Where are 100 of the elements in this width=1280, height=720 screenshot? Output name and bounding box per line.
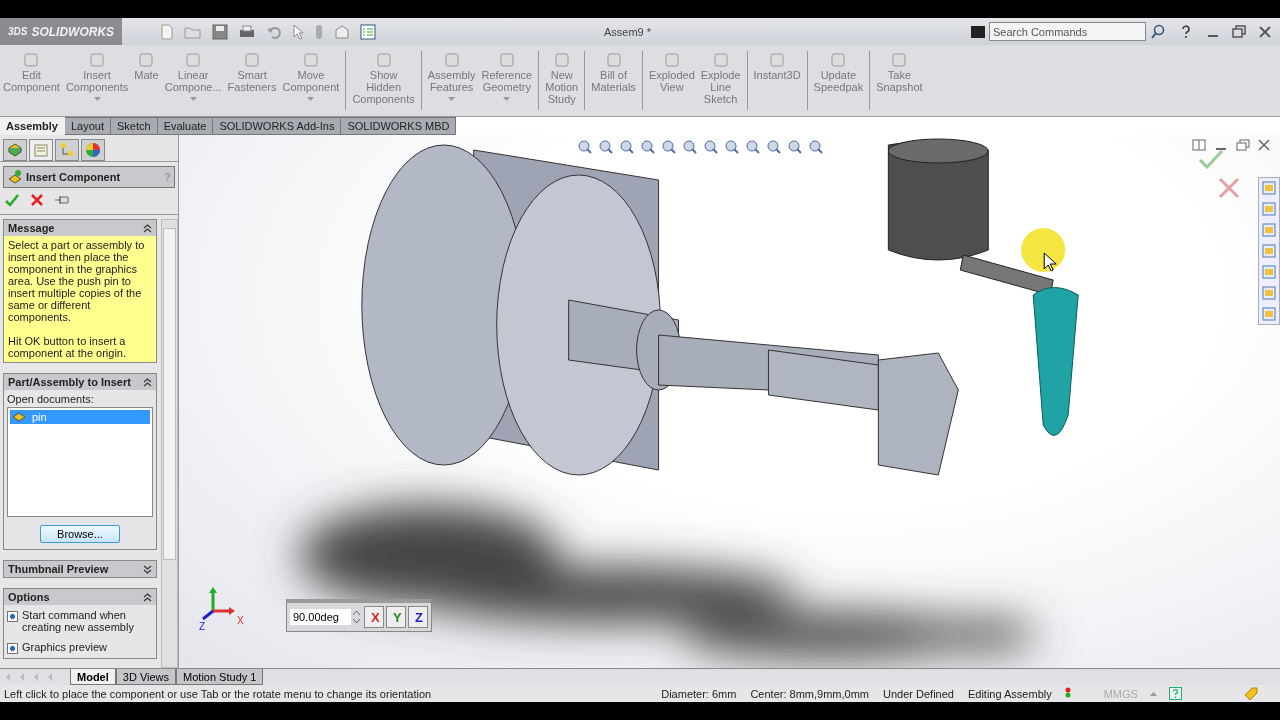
save-icon[interactable] bbox=[212, 23, 228, 40]
form-icon bbox=[33, 142, 49, 158]
command-tab[interactable]: SOLIDWORKS Add-Ins bbox=[213, 117, 342, 135]
command-icon bbox=[301, 51, 320, 69]
caret-icon[interactable] bbox=[189, 97, 197, 101]
view-toolbar-icon[interactable] bbox=[598, 139, 614, 155]
chevron-icon[interactable] bbox=[143, 592, 152, 602]
bottom-tab[interactable]: Motion Study 1 bbox=[176, 669, 264, 685]
pointer-icon[interactable] bbox=[292, 23, 304, 40]
section-header[interactable]: Part/Assembly to Insert bbox=[4, 374, 156, 390]
view-toolbar-icon[interactable] bbox=[724, 139, 740, 155]
close-icon[interactable] bbox=[1258, 139, 1270, 151]
task-pane-icon[interactable] bbox=[1261, 243, 1277, 259]
caret-icon[interactable] bbox=[448, 97, 456, 101]
new-document-icon[interactable] bbox=[160, 23, 174, 40]
view-toolbar-icon[interactable] bbox=[682, 139, 698, 155]
task-pane-icon[interactable] bbox=[1261, 222, 1277, 238]
restore-icon[interactable] bbox=[1232, 24, 1246, 39]
ribbon-button[interactable]: New Motion Study bbox=[542, 49, 582, 112]
task-pane-icon[interactable] bbox=[1261, 201, 1277, 217]
ribbon-button[interactable]: Exploded View bbox=[645, 49, 698, 112]
ok-check-icon[interactable] bbox=[4, 192, 20, 208]
chevron-icon[interactable] bbox=[143, 564, 152, 574]
view-toolbar-icon[interactable] bbox=[619, 139, 635, 155]
command-tab[interactable]: Layout bbox=[65, 117, 111, 135]
view-toolbar-icon[interactable] bbox=[661, 139, 677, 155]
ribbon-button[interactable]: Move Component bbox=[279, 49, 343, 112]
cancel-x-icon[interactable] bbox=[30, 193, 44, 207]
cancel-x-icon[interactable] bbox=[1218, 177, 1240, 199]
app-logo[interactable]: 3DS SOLIDWORKS bbox=[0, 18, 122, 45]
view-toolbar-icon[interactable] bbox=[766, 139, 782, 155]
command-tab[interactable]: Assembly bbox=[0, 117, 65, 135]
view-toolbar-icon[interactable] bbox=[640, 139, 656, 155]
checkbox[interactable] bbox=[7, 611, 18, 622]
caret-icon[interactable] bbox=[93, 97, 101, 101]
property-manager-tab[interactable] bbox=[29, 139, 53, 161]
ribbon-button[interactable]: Edit Component bbox=[0, 49, 63, 112]
spinner-arrows-icon[interactable] bbox=[353, 610, 360, 624]
ribbon-button[interactable]: Update Speedpak bbox=[810, 49, 867, 112]
ribbon-button[interactable]: Linear Compone... bbox=[161, 49, 225, 112]
ribbon-button[interactable]: Reference Geometry bbox=[478, 49, 536, 112]
ribbon-button[interactable]: Show Hidden Components bbox=[349, 49, 418, 112]
ribbon-button[interactable]: Mate bbox=[131, 49, 162, 112]
view-toolbar-icon[interactable] bbox=[787, 139, 803, 155]
restore-icon[interactable] bbox=[1236, 139, 1250, 151]
caret-icon[interactable] bbox=[1149, 691, 1157, 696]
status-field: Center: 8mm,9mm,0mm bbox=[750, 687, 869, 700]
view-toolbar-icon[interactable] bbox=[808, 139, 824, 155]
rotate-axis-button[interactable]: X bbox=[364, 606, 384, 628]
command-icon bbox=[604, 51, 623, 69]
ribbon-button[interactable]: Instant3D bbox=[750, 49, 804, 112]
checkbox[interactable] bbox=[7, 643, 18, 654]
task-pane-icon[interactable] bbox=[1261, 264, 1277, 280]
ribbon-button[interactable]: Smart Fasteners bbox=[224, 49, 280, 112]
section-header[interactable]: Thumbnail Preview bbox=[4, 561, 156, 577]
color-wheel-icon bbox=[85, 142, 101, 158]
view-toolbar-icon[interactable] bbox=[577, 139, 593, 155]
command-tab[interactable]: Evaluate bbox=[157, 117, 214, 135]
ribbon-button[interactable]: Bill of Materials bbox=[588, 49, 639, 112]
bottom-tab[interactable]: Model bbox=[70, 669, 116, 685]
command-icon bbox=[243, 51, 262, 69]
ribbon-button[interactable]: Take Snapshot bbox=[873, 49, 926, 112]
task-pane-icon[interactable] bbox=[1261, 180, 1277, 196]
feature-tree-tab[interactable] bbox=[3, 139, 27, 161]
command-tab[interactable]: Sketch bbox=[111, 117, 158, 135]
print-icon[interactable] bbox=[238, 23, 256, 40]
caret-icon[interactable] bbox=[307, 97, 315, 101]
appearance-tab[interactable] bbox=[81, 139, 105, 161]
command-tab[interactable]: SOLIDWORKS MBD bbox=[341, 117, 457, 135]
units-label[interactable]: MMGS bbox=[1103, 687, 1138, 700]
rotate-axis-button[interactable]: Z bbox=[408, 606, 428, 628]
browse-button[interactable]: Browse... bbox=[40, 525, 120, 543]
configuration-tab[interactable] bbox=[55, 139, 79, 161]
command-icon bbox=[711, 51, 730, 69]
document-item[interactable]: pin bbox=[10, 410, 150, 424]
ok-check-icon[interactable] bbox=[1198, 149, 1224, 169]
caret-icon[interactable] bbox=[503, 97, 511, 101]
bottom-tab[interactable]: 3D Views bbox=[115, 669, 177, 685]
options-list-icon[interactable] bbox=[360, 23, 376, 40]
section-header[interactable]: Message bbox=[4, 220, 156, 236]
ribbon-button[interactable]: Assembly Features bbox=[424, 49, 479, 112]
command-icon bbox=[768, 51, 787, 69]
search-field[interactable]: Search Commands bbox=[989, 22, 1146, 41]
rotate-axis-button[interactable]: Y bbox=[386, 606, 406, 628]
search-icon[interactable] bbox=[1150, 23, 1166, 40]
view-toolbar-icon[interactable] bbox=[745, 139, 761, 155]
chevron-icon[interactable] bbox=[143, 223, 152, 233]
ribbon-button[interactable]: Explode Line Sketch bbox=[697, 49, 744, 112]
close-icon[interactable] bbox=[1258, 24, 1272, 39]
push-pin-icon[interactable] bbox=[54, 194, 72, 206]
task-pane-icon[interactable] bbox=[1261, 285, 1277, 301]
section-header[interactable]: Options bbox=[4, 589, 156, 605]
split-view-icon[interactable] bbox=[1192, 139, 1206, 151]
angle-field[interactable]: 90.00deg bbox=[290, 609, 351, 625]
ribbon-button[interactable]: Insert Components bbox=[62, 49, 132, 112]
view-toolbar-icon[interactable] bbox=[703, 139, 719, 155]
scrollbar[interactable] bbox=[161, 219, 178, 668]
command-icon bbox=[497, 51, 516, 69]
task-pane-icon[interactable] bbox=[1261, 306, 1277, 322]
chevron-icon[interactable] bbox=[143, 377, 152, 387]
